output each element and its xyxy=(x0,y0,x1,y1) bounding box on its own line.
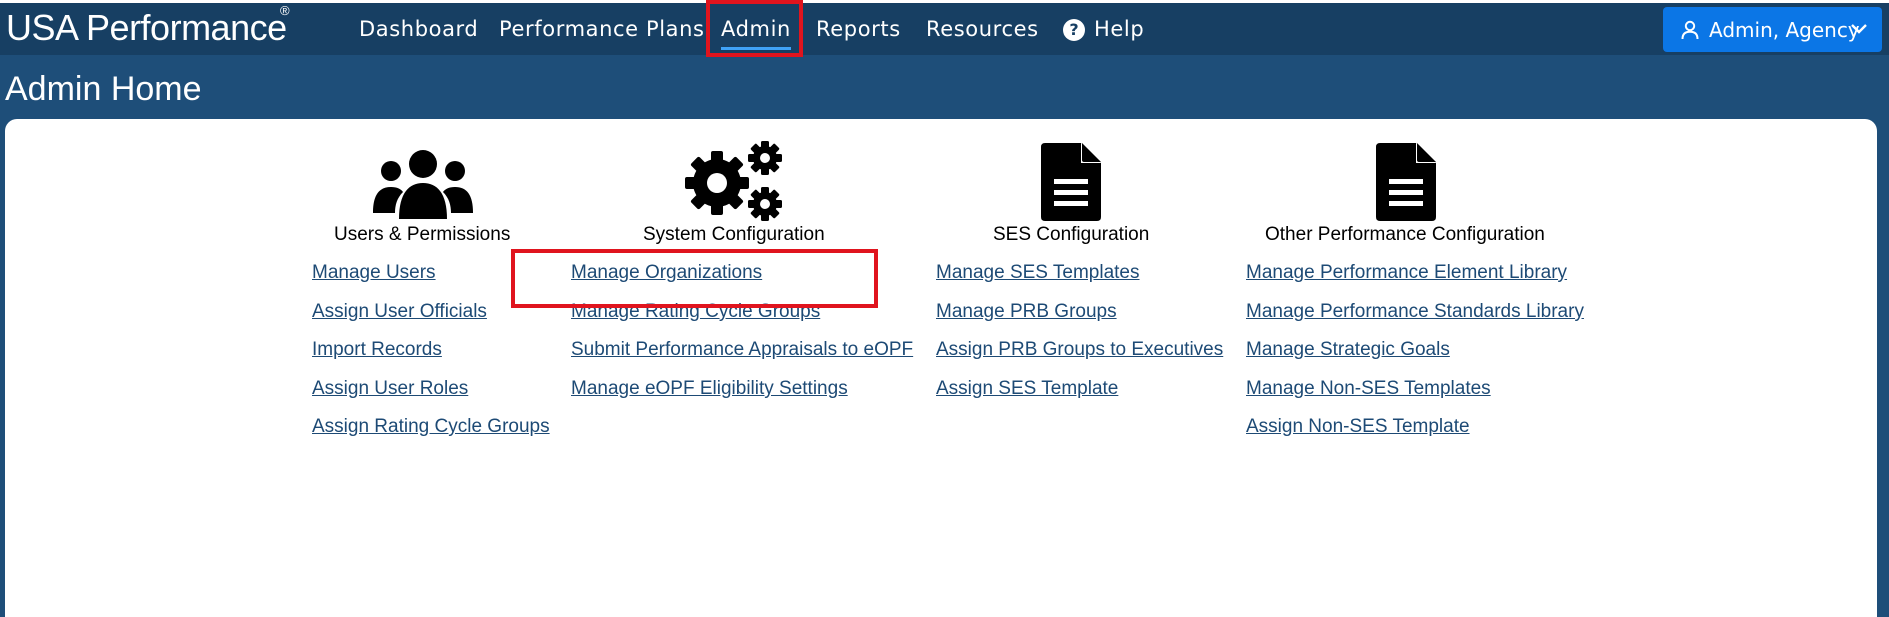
link-manage-performance-standards-library[interactable]: Manage Performance Standards Library xyxy=(1246,301,1584,323)
users-group-icon xyxy=(373,150,473,219)
nav-reports[interactable]: Reports xyxy=(816,17,901,41)
link-manage-ses-templates[interactable]: Manage SES Templates xyxy=(936,262,1140,284)
user-menu-label: Admin, Agency xyxy=(1709,18,1860,42)
nav-dashboard[interactable]: Dashboard xyxy=(359,17,478,41)
link-assign-non-ses-template[interactable]: Assign Non-SES Template xyxy=(1246,416,1470,438)
link-assign-prb-groups[interactable]: Assign PRB Groups to Executives xyxy=(936,339,1223,361)
nav-admin[interactable]: Admin xyxy=(721,17,791,50)
brand-logo[interactable]: USA Performance xyxy=(6,7,287,49)
user-menu-button[interactable]: Admin, Agency xyxy=(1663,7,1882,52)
link-manage-prb-groups[interactable]: Manage PRB Groups xyxy=(936,301,1117,323)
link-manage-performance-element-library[interactable]: Manage Performance Element Library xyxy=(1246,262,1567,284)
nav-performance-plans[interactable]: Performance Plans xyxy=(499,17,705,41)
column-heading-other-performance-configuration: Other Performance Configuration xyxy=(1265,224,1545,245)
page-title: Admin Home xyxy=(5,70,202,108)
link-manage-eopf-eligibility[interactable]: Manage eOPF Eligibility Settings xyxy=(571,378,848,400)
admin-card xyxy=(5,119,1877,617)
user-icon xyxy=(1681,20,1699,40)
link-manage-strategic-goals[interactable]: Manage Strategic Goals xyxy=(1246,339,1450,361)
document-icon xyxy=(1376,143,1436,221)
link-submit-performance-appraisals[interactable]: Submit Performance Appraisals to eOPF xyxy=(571,339,913,361)
column-heading-users-permissions: Users & Permissions xyxy=(334,224,511,245)
chevron-down-icon xyxy=(1851,24,1867,34)
link-manage-organizations[interactable]: Manage Organizations xyxy=(571,262,762,284)
registered-mark: ® xyxy=(280,3,290,18)
link-assign-user-roles[interactable]: Assign User Roles xyxy=(312,378,468,400)
link-manage-users[interactable]: Manage Users xyxy=(312,262,436,284)
link-assign-rating-cycle-groups[interactable]: Assign Rating Cycle Groups xyxy=(312,416,550,438)
nav-resources[interactable]: Resources xyxy=(926,17,1039,41)
link-assign-ses-template[interactable]: Assign SES Template xyxy=(936,378,1118,400)
question-circle-icon[interactable]: ? xyxy=(1063,19,1085,41)
link-manage-rating-cycle-groups[interactable]: Manage Rating Cycle Groups xyxy=(571,301,820,323)
column-heading-system-configuration: System Configuration xyxy=(643,224,825,245)
document-icon xyxy=(1041,143,1101,221)
top-navbar: USA Performance ® Dashboard Performance … xyxy=(0,3,1889,55)
nav-help[interactable]: Help xyxy=(1094,17,1144,41)
link-manage-non-ses-templates[interactable]: Manage Non-SES Templates xyxy=(1246,378,1491,400)
link-assign-user-officials[interactable]: Assign User Officials xyxy=(312,301,487,323)
link-import-records[interactable]: Import Records xyxy=(312,339,442,361)
gears-icon xyxy=(685,141,782,221)
column-heading-ses-configuration: SES Configuration xyxy=(993,224,1150,245)
